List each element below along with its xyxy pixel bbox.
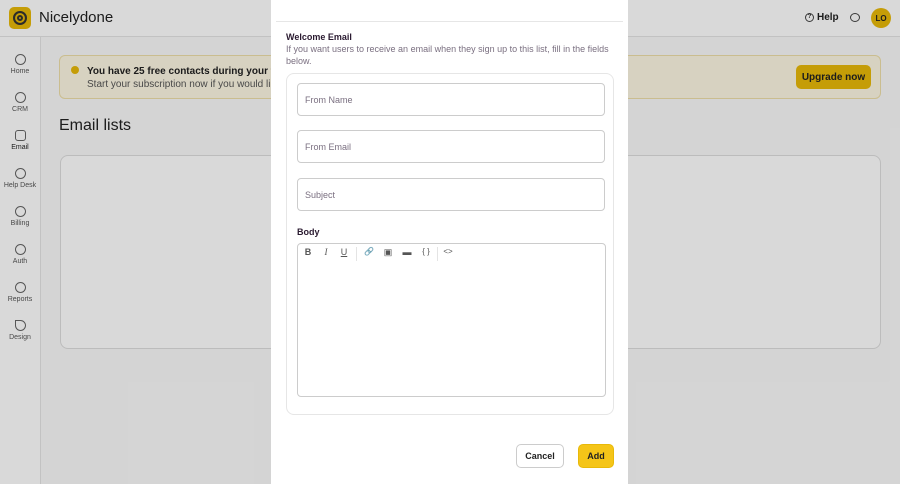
divider [276, 21, 623, 22]
toolbar-separator [356, 247, 357, 261]
image-icon[interactable]: ▣ [381, 247, 395, 258]
cancel-button[interactable]: Cancel [516, 444, 564, 468]
toolbar-separator [437, 247, 438, 261]
body-label: Body [297, 227, 320, 237]
link-icon[interactable]: 🔗 [362, 247, 376, 256]
welcome-email-form: Body B I U 🔗 ▣ ▬ { } <> [286, 73, 614, 415]
body-editor[interactable]: B I U 🔗 ▣ ▬ { } <> [297, 243, 606, 397]
underline-icon[interactable]: U [337, 247, 351, 257]
italic-icon[interactable]: I [319, 247, 333, 257]
from-email-input[interactable] [297, 130, 605, 163]
section-title: Welcome Email [286, 32, 352, 42]
add-list-modal: Welcome Email If you want users to recei… [271, 0, 628, 484]
bold-icon[interactable]: B [301, 247, 315, 257]
subject-input[interactable] [297, 178, 605, 211]
add-button[interactable]: Add [578, 444, 614, 468]
section-description: If you want users to receive an email wh… [286, 44, 609, 66]
code-icon[interactable]: <> [441, 247, 455, 256]
from-name-input[interactable] [297, 83, 605, 116]
variable-icon[interactable]: { } [419, 247, 433, 256]
embed-icon[interactable]: ▬ [400, 247, 414, 257]
